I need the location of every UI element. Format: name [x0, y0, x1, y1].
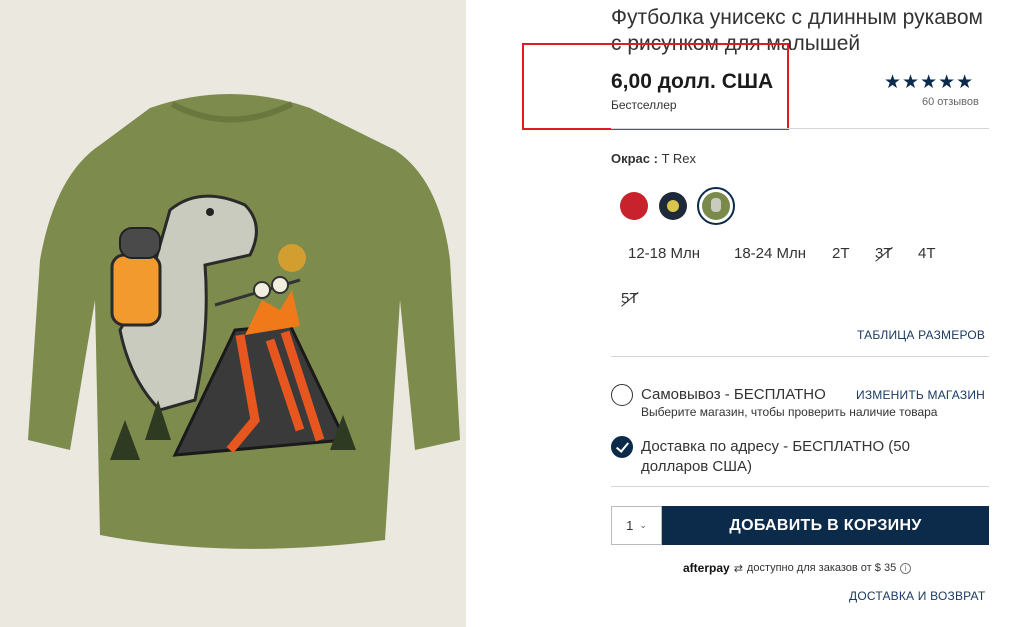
swatch-dino-icon	[711, 198, 721, 212]
swatch-red-graphic[interactable]	[620, 192, 648, 220]
color-label-title: Окрас :	[611, 151, 658, 166]
delivery-label: Доставка по адресу - БЕСПЛАТНО (50 долла…	[641, 438, 910, 475]
pickup-label: Самовывоз - БЕСПЛАТНО	[641, 386, 826, 403]
divider	[611, 486, 989, 487]
divider	[611, 356, 989, 357]
quantity-select[interactable]: 1 ⌄	[611, 506, 662, 545]
pickup-sublabel: Выберите магазин, чтобы проверить наличи…	[641, 405, 938, 419]
price-highlight-box	[522, 43, 789, 130]
size-chart-link[interactable]: ТАБЛИЦА РАЗМЕРОВ	[857, 328, 985, 342]
color-value: T Rex	[661, 151, 697, 166]
add-to-cart-button[interactable]: ДОБАВИТЬ В КОРЗИНУ	[662, 506, 989, 545]
swatch-navy-graphic[interactable]	[659, 192, 687, 220]
change-store-link[interactable]: ИЗМЕНИТЬ МАГАЗИН	[856, 388, 985, 402]
size-option-unavailable[interactable]: 5T	[621, 290, 639, 307]
reviews-count[interactable]: 60 отзывов	[922, 96, 979, 108]
product-image	[0, 0, 466, 627]
size-option[interactable]: 4T	[918, 245, 936, 262]
shipping-returns-link[interactable]: ДОСТАВКА И ВОЗВРАТ	[849, 589, 985, 603]
t-shirt-illustration	[28, 94, 460, 549]
size-option[interactable]: 2T	[832, 245, 850, 262]
size-option-unavailable[interactable]: 3T	[875, 245, 893, 262]
delivery-radio[interactable]	[611, 436, 633, 458]
info-icon[interactable]: i	[900, 562, 912, 574]
afterpay-text: доступно для заказов от $ 35	[746, 562, 897, 574]
swatch-t-rex[interactable]	[702, 192, 730, 220]
divider	[611, 128, 989, 129]
pickup-radio[interactable]	[611, 384, 633, 406]
afterpay-arrows-icon: ⇄	[733, 562, 743, 575]
afterpay-info: afterpay ⇄ доступно для заказов от $ 35 …	[683, 561, 912, 575]
rating-stars-icon[interactable]: ★★★★★	[884, 71, 974, 94]
size-option[interactable]: 18-24 Mлн	[734, 245, 806, 262]
quantity-value: 1	[626, 518, 634, 533]
afterpay-logo: afterpay	[683, 561, 730, 575]
swatch-graphic-icon	[667, 200, 679, 212]
chevron-down-icon: ⌄	[639, 520, 647, 530]
size-option[interactable]: 12-18 Mлн	[628, 245, 700, 262]
color-label: Окрас : T Rex	[611, 151, 696, 166]
